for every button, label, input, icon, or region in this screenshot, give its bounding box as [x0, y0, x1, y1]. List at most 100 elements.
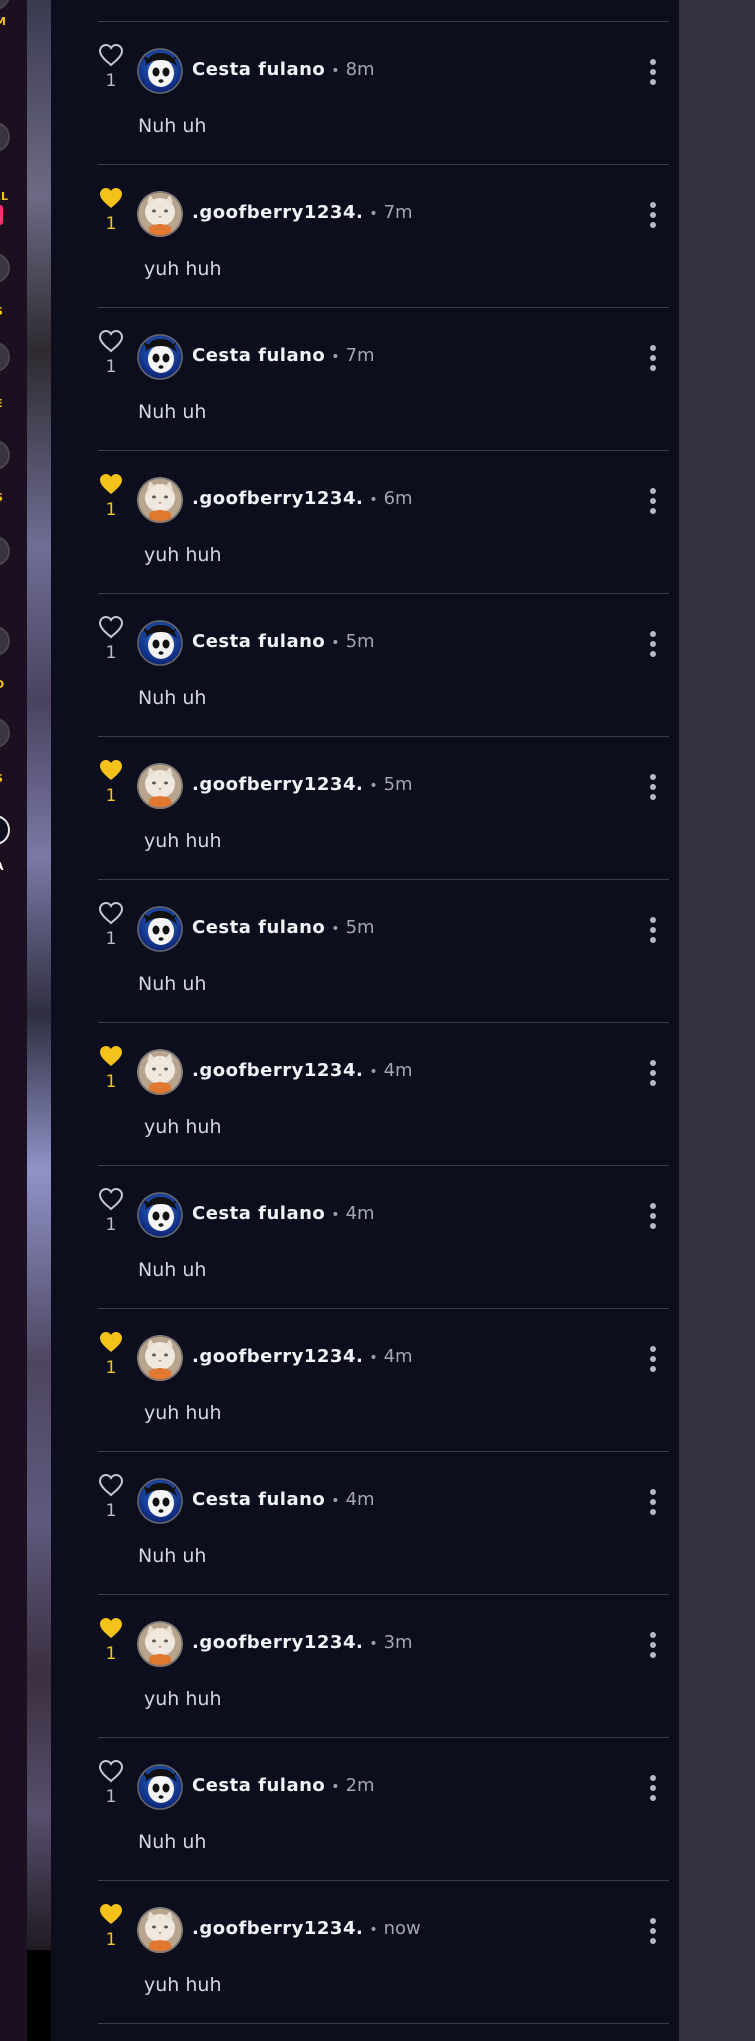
comment-header: Cesta fulano • 5m: [192, 917, 375, 938]
like-button[interactable]: 1: [98, 901, 124, 951]
like-count: 1: [105, 1787, 117, 1807]
author-name[interactable]: .goofberry1234.: [192, 774, 363, 795]
more-options-icon[interactable]: [641, 486, 665, 516]
more-dot: [650, 1928, 656, 1934]
comment-timestamp: 6m: [383, 488, 413, 509]
more-dot: [650, 1489, 656, 1495]
more-dot: [650, 1346, 656, 1352]
cesta-avatar[interactable]: [137, 906, 183, 952]
like-button[interactable]: 1: [98, 1616, 124, 1666]
like-button[interactable]: 1: [98, 186, 124, 236]
like-button[interactable]: 1: [98, 1902, 124, 1952]
like-button[interactable]: 1: [98, 1187, 124, 1237]
separator-dot: •: [331, 63, 340, 79]
like-button[interactable]: 1: [98, 43, 124, 93]
author-name[interactable]: .goofberry1234.: [192, 488, 363, 509]
cesta-avatar[interactable]: [137, 1478, 183, 1524]
more-options-icon[interactable]: [641, 1344, 665, 1374]
comment-header: .goofberry1234. • 6m: [192, 488, 413, 509]
like-button[interactable]: 1: [98, 329, 124, 379]
author-name[interactable]: .goofberry1234.: [192, 202, 363, 223]
author-name[interactable]: Cesta fulano: [192, 1203, 325, 1224]
rail-item[interactable]: [0, 122, 27, 172]
like-count: 1: [105, 1644, 117, 1664]
like-button[interactable]: 1: [98, 1330, 124, 1380]
comment-item: 1 Cesta fulano • 7m Nuh uh: [98, 307, 669, 450]
author-name[interactable]: Cesta fulano: [192, 59, 325, 80]
heart-outline-icon: [98, 901, 124, 925]
more-options-icon[interactable]: [641, 57, 665, 87]
like-button[interactable]: 1: [98, 1473, 124, 1523]
rail-item[interactable]: [0, 440, 27, 490]
more-options-icon[interactable]: [641, 915, 665, 945]
goofberry-avatar[interactable]: [137, 763, 183, 809]
rail-item[interactable]: [0, 626, 27, 676]
comment-text: Nuh uh: [138, 1545, 207, 1567]
cesta-avatar[interactable]: [137, 334, 183, 380]
goofberry-avatar[interactable]: [137, 1049, 183, 1095]
more-dot: [650, 917, 656, 923]
more-options-icon[interactable]: [641, 629, 665, 659]
like-button[interactable]: 1: [98, 472, 124, 522]
like-count: 1: [105, 1215, 117, 1235]
goofberry-avatar[interactable]: [137, 191, 183, 237]
more-options-icon[interactable]: [641, 200, 665, 230]
rail-icon: [0, 0, 10, 10]
comment-item: 1 .goofberry1234. • 3m yuh huh: [98, 1594, 669, 1737]
more-options-icon[interactable]: [641, 1201, 665, 1231]
heart-outline-icon: [98, 1473, 124, 1497]
more-options-icon[interactable]: [641, 1058, 665, 1088]
like-button[interactable]: 1: [98, 615, 124, 665]
author-name[interactable]: .goofberry1234.: [192, 1060, 363, 1081]
rail-item-label: S: [0, 491, 3, 504]
rail-item[interactable]: [0, 342, 27, 392]
goofberry-avatar[interactable]: [137, 1621, 183, 1667]
separator-dot: •: [369, 778, 378, 794]
more-options-icon[interactable]: [641, 1630, 665, 1660]
more-dot: [650, 1509, 656, 1515]
author-name[interactable]: Cesta fulano: [192, 345, 325, 366]
rail-item[interactable]: [0, 815, 27, 865]
author-name[interactable]: .goofberry1234.: [192, 1632, 363, 1653]
rail-item[interactable]: [0, 718, 27, 768]
separator-dot: •: [331, 1207, 340, 1223]
comment-header: .goofberry1234. • 5m: [192, 774, 413, 795]
more-dot: [650, 59, 656, 65]
rail-item[interactable]: [0, 253, 27, 303]
more-dot: [650, 1938, 656, 1944]
comment-header: .goofberry1234. • 4m: [192, 1346, 413, 1367]
more-options-icon[interactable]: [641, 1487, 665, 1517]
author-name[interactable]: Cesta fulano: [192, 631, 325, 652]
more-dot: [650, 202, 656, 208]
author-name[interactable]: Cesta fulano: [192, 1489, 325, 1510]
goofberry-avatar[interactable]: [137, 1907, 183, 1953]
like-button[interactable]: 1: [98, 758, 124, 808]
like-button[interactable]: 1: [98, 1044, 124, 1094]
heart-outline-icon: [98, 1187, 124, 1211]
separator-dot: •: [331, 1779, 340, 1795]
goofberry-avatar[interactable]: [137, 477, 183, 523]
comment-timestamp: 5m: [345, 917, 375, 938]
comment-header: Cesta fulano • 2m: [192, 1775, 375, 1796]
author-name[interactable]: Cesta fulano: [192, 917, 325, 938]
author-name[interactable]: Cesta fulano: [192, 1775, 325, 1796]
more-dot: [650, 1785, 656, 1791]
more-options-icon[interactable]: [641, 1773, 665, 1803]
more-dot: [650, 794, 656, 800]
cesta-avatar[interactable]: [137, 48, 183, 94]
cesta-avatar[interactable]: [137, 1192, 183, 1238]
more-dot: [650, 651, 656, 657]
more-options-icon[interactable]: [641, 1916, 665, 1946]
author-name[interactable]: .goofberry1234.: [192, 1918, 363, 1939]
like-count: 1: [105, 1930, 117, 1950]
like-button[interactable]: 1: [98, 1759, 124, 1809]
cesta-avatar[interactable]: [137, 620, 183, 666]
rail-item[interactable]: [0, 536, 27, 586]
cesta-avatar[interactable]: [137, 1764, 183, 1810]
author-name[interactable]: .goofberry1234.: [192, 1346, 363, 1367]
goofberry-avatar[interactable]: [137, 1335, 183, 1381]
notification-badge: [0, 205, 3, 225]
more-options-icon[interactable]: [641, 343, 665, 373]
more-options-icon[interactable]: [641, 772, 665, 802]
right-panel: [679, 0, 755, 2041]
